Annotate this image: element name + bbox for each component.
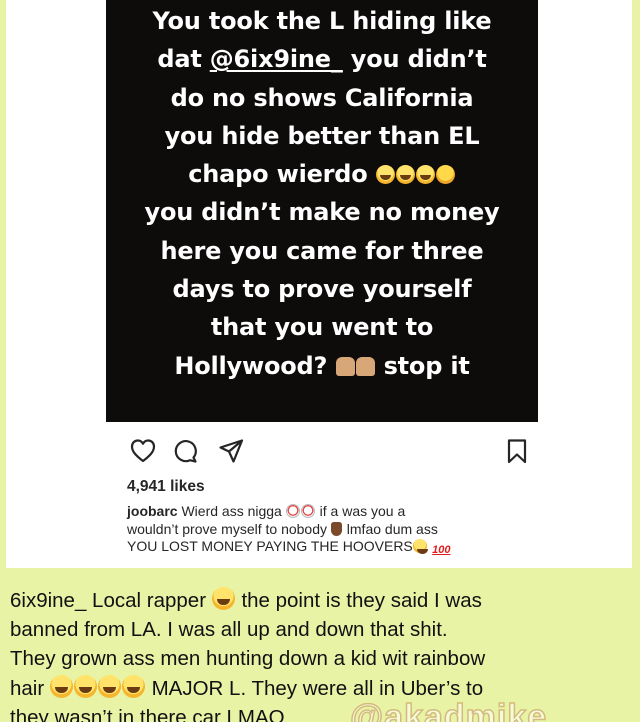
comment-icon[interactable]	[172, 438, 198, 464]
bookmark-icon[interactable]	[504, 438, 530, 464]
reply-line: banned from LA. I was all up and down th…	[10, 618, 448, 642]
clown-emoji-icon	[301, 504, 316, 518]
comment-line: wouldn’t prove myself to nobody lmfao du…	[127, 521, 527, 539]
story-text-segment: Hollywood?	[174, 351, 328, 380]
comment-line: joobarc Wierd ass nigga if a was you a	[127, 503, 527, 521]
story-line: that you went to	[210, 313, 434, 342]
watermark: @akadmike	[349, 697, 548, 722]
comment-text: wouldn’t prove myself to nobody	[127, 520, 327, 537]
thinking-emoji-icon	[436, 165, 456, 185]
laughing-emoji-icon	[413, 539, 429, 554]
reply-text: the point is they said I was	[241, 589, 482, 612]
comment-text: lmfao dum ass	[346, 520, 438, 537]
laughing-emoji-icon	[122, 674, 146, 698]
comment-username[interactable]: joobarc	[127, 503, 178, 519]
screenshot-frame: You took the L hiding like dat @6ix9ine_…	[0, 0, 640, 722]
story-line: chapo wierdo	[106, 155, 538, 193]
story-text-segment: stop it	[383, 351, 470, 380]
laughing-emoji-icon	[50, 674, 74, 698]
comment: joobarc Wierd ass nigga if a was you a w…	[127, 503, 527, 562]
facepalm-emoji-icon	[335, 356, 355, 376]
comment-line: YOU LOST MONEY PAYING THE HOOVERS 100	[127, 538, 527, 562]
story-image: You took the L hiding like dat @6ix9ine_…	[106, 0, 538, 422]
heart-icon[interactable]	[130, 438, 156, 464]
story-text-segment: you didn’t	[342, 45, 487, 74]
comment-text: if a was you a	[319, 503, 406, 519]
reply-line: They grown ass men hunting down a kid wi…	[10, 647, 486, 671]
story-text-segment: dat	[157, 45, 210, 74]
middle-finger-emoji-icon	[331, 521, 343, 536]
story-text: You took the L hiding like dat @6ix9ine_…	[106, 0, 538, 385]
share-icon[interactable]	[218, 438, 244, 464]
story-text-segment: chapo wierdo	[188, 160, 368, 189]
laughing-emoji-icon	[416, 165, 436, 185]
comment-text: Wierd ass nigga	[181, 503, 282, 519]
story-line: here you came for three	[160, 236, 484, 265]
story-line: days to prove yourself	[172, 275, 472, 304]
hundred-points-emoji-icon: 100	[432, 544, 451, 556]
laughing-emoji-icon	[74, 674, 98, 698]
clown-emoji-icon	[286, 504, 301, 518]
story-line: dat @6ix9ine_ you didn’t	[106, 40, 538, 78]
instagram-post: You took the L hiding like dat @6ix9ine_…	[6, 0, 632, 568]
laughing-emoji-icon	[212, 587, 236, 610]
reply-text: hair	[10, 676, 45, 700]
story-line: do no shows California	[170, 83, 474, 112]
reply-text: 6ix9ine_ Local rapper	[10, 589, 207, 612]
facepalm-emoji-icon	[355, 356, 375, 376]
story-line: You took the L hiding like	[152, 7, 492, 35]
laughing-emoji-icon	[98, 674, 122, 698]
likes-count[interactable]: 4,941 likes	[127, 478, 205, 496]
reply-line: 6ix9ine_ Local rapper the point is they …	[10, 586, 630, 615]
laughing-emoji-icon	[376, 165, 396, 185]
mention-link[interactable]: @6ix9ine_	[210, 45, 343, 73]
story-line: you didn’t make no money	[144, 198, 500, 227]
story-line: Hollywood? stop it	[106, 347, 538, 385]
laughing-emoji-icon	[396, 165, 416, 185]
story-line: you hide better than EL	[164, 121, 480, 150]
comment-text: YOU LOST MONEY PAYING THE HOOVERS	[127, 538, 413, 554]
reply-text: MAJOR L. They were all in Uber’s to	[151, 676, 484, 700]
